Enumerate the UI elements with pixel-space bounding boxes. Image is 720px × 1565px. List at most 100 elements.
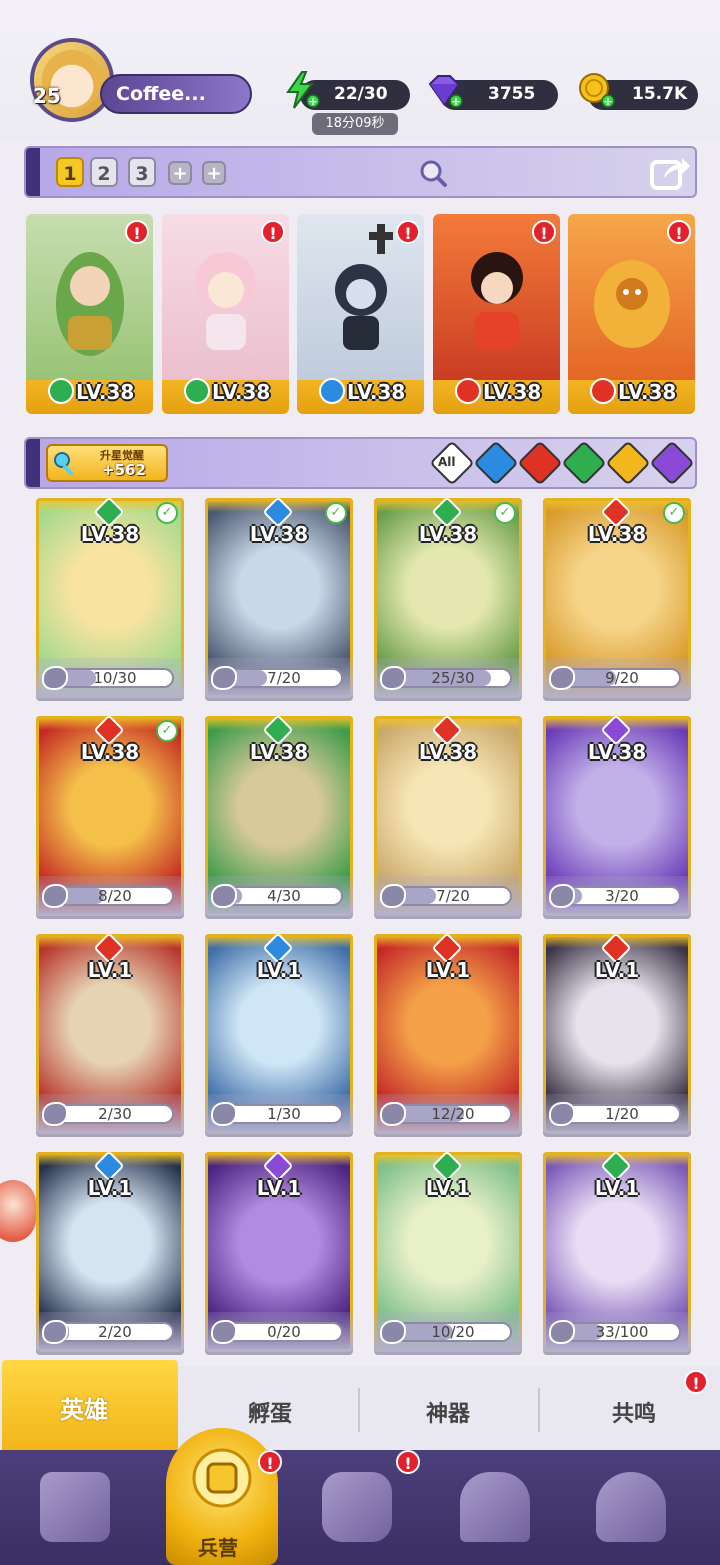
hero-card[interactable]: LV.1 1/20: [543, 934, 691, 1134]
deployed-level: LV.38: [212, 380, 271, 404]
shard-progress: 10/20: [394, 1322, 512, 1342]
gem-value: 3755: [488, 84, 536, 104]
hero-card[interactable]: LV.1 2/20: [36, 1152, 184, 1352]
deployed-hero-4[interactable]: ! LV.38: [433, 214, 560, 414]
hero-card[interactable]: LV.38 7/20: [374, 716, 522, 916]
filter-all-label: All: [438, 455, 456, 469]
hero-card[interactable]: LV.1 33/100: [543, 1152, 691, 1352]
deployed-level: LV.38: [76, 380, 135, 404]
hero-card[interactable]: LV.1 0/20: [205, 1152, 353, 1352]
tab-resonance[interactable]: 共鸣: [612, 1396, 656, 1428]
hero-card[interactable]: ✓ LV.38 9/20: [543, 498, 691, 698]
shard-icon: [42, 666, 68, 690]
deployed-hero-5[interactable]: ! LV.38: [568, 214, 695, 414]
hero-level: LV.1: [425, 958, 471, 982]
hero-level: LV.38: [587, 740, 647, 764]
shard-icon: [211, 884, 237, 908]
search-icon[interactable]: [418, 158, 448, 188]
star-awaken-button[interactable]: 升星觉醒 +562: [46, 444, 168, 482]
hero-portrait-icon: [335, 224, 393, 350]
shard-progress: 9/20: [563, 668, 681, 688]
roster-filter-bar: 升星觉醒 +562 All: [24, 437, 697, 489]
deployed-hero-2[interactable]: ! LV.38: [162, 214, 289, 414]
shard-progress: 1/30: [225, 1104, 343, 1124]
tab-hatch[interactable]: 孵蛋: [248, 1396, 292, 1428]
hero-card[interactable]: LV.38 4/30: [205, 716, 353, 916]
hero-level: LV.1: [594, 958, 640, 982]
hero-card[interactable]: ✓ LV.38 7/20: [205, 498, 353, 698]
team-tab-2[interactable]: 2: [90, 157, 118, 187]
hero-level: LV.38: [418, 522, 478, 546]
filter-fire-icon[interactable]: [517, 440, 563, 486]
hero-card[interactable]: ✓ LV.38 8/20: [36, 716, 184, 916]
alert-badge: !: [125, 220, 149, 244]
lightning-icon: +: [286, 71, 320, 109]
shard-count: 25/30: [431, 669, 475, 687]
player-avatar[interactable]: [30, 38, 114, 122]
hero-card[interactable]: LV.1 1/30: [205, 934, 353, 1134]
alert-badge: !: [532, 220, 556, 244]
alert-badge: !: [684, 1370, 708, 1394]
gold-coin-icon: +: [579, 73, 615, 108]
tab-heroes[interactable]: 英雄: [2, 1360, 178, 1450]
shard-count: 9/20: [605, 669, 639, 687]
castle-icon[interactable]: [460, 1472, 530, 1542]
hero-level: LV.1: [256, 1176, 302, 1200]
hero-level: LV.38: [249, 740, 309, 764]
hero-card[interactable]: ✓ LV.38 25/30: [374, 498, 522, 698]
deployed-hero-3[interactable]: ! LV.38: [297, 214, 424, 414]
hero-card[interactable]: LV.1 2/30: [36, 934, 184, 1134]
wind-element-icon: [48, 378, 74, 404]
hero-card[interactable]: ✓ LV.38 10/30: [36, 498, 184, 698]
floating-helper-icon[interactable]: [0, 1180, 36, 1242]
shard-progress: 4/30: [225, 886, 343, 906]
barracks-nav-button[interactable]: 兵营: [166, 1428, 278, 1565]
tab-artifacts[interactable]: 神器: [426, 1396, 470, 1428]
hero-portrait-icon: [471, 252, 523, 350]
bar-accent: [26, 439, 40, 487]
filter-water-icon[interactable]: [473, 440, 519, 486]
water-element-icon: [319, 378, 345, 404]
add-team-button-2[interactable]: +: [202, 161, 226, 185]
check-icon: ✓: [494, 502, 516, 524]
shard-icon: [380, 884, 406, 908]
shard-progress: 7/20: [225, 668, 343, 688]
filter-wind-icon[interactable]: [561, 440, 607, 486]
shard-icon: [549, 1320, 575, 1344]
tab-heroes-label: 英雄: [60, 1396, 108, 1424]
team-tab-1[interactable]: 1: [56, 157, 84, 187]
hero-level: LV.38: [80, 522, 140, 546]
energy-timer: 18分09秒: [312, 113, 398, 135]
gold-value: 15.7K: [632, 84, 688, 104]
shard-progress: 1/20: [563, 1104, 681, 1124]
energy-value: 22/30: [334, 84, 388, 104]
svg-text:+: +: [451, 95, 460, 108]
player-name-pill[interactable]: Coffee...: [100, 74, 252, 114]
cards-icon[interactable]: [40, 1472, 110, 1542]
share-icon[interactable]: [648, 152, 692, 192]
shard-count: 10/20: [431, 1323, 475, 1341]
team-tab-3[interactable]: 3: [128, 157, 156, 187]
filter-dark-icon[interactable]: [649, 440, 695, 486]
hero-portrait-icon: [56, 252, 124, 356]
shard-icon: [549, 884, 575, 908]
add-team-button-1[interactable]: +: [168, 161, 192, 185]
hero-card[interactable]: LV.1 12/20: [374, 934, 522, 1134]
fire-element-icon: [590, 378, 616, 404]
shard-progress: 7/20: [394, 886, 512, 906]
codex-icon[interactable]: [322, 1472, 392, 1542]
mushroom-icon[interactable]: [596, 1472, 666, 1542]
alert-badge: !: [396, 220, 420, 244]
hero-level: LV.1: [256, 958, 302, 982]
deployed-hero-1[interactable]: ! LV.38: [26, 214, 153, 414]
deployed-level: LV.38: [618, 380, 677, 404]
shard-icon: [211, 666, 237, 690]
hero-card[interactable]: LV.38 3/20: [543, 716, 691, 916]
shard-icon: [42, 884, 68, 908]
shard-icon: [42, 1102, 68, 1126]
hero-level: LV.38: [418, 740, 478, 764]
barracks-icon: [192, 1448, 252, 1508]
hero-level: LV.38: [587, 522, 647, 546]
filter-light-icon[interactable]: [605, 440, 651, 486]
hero-card[interactable]: LV.1 10/20: [374, 1152, 522, 1352]
